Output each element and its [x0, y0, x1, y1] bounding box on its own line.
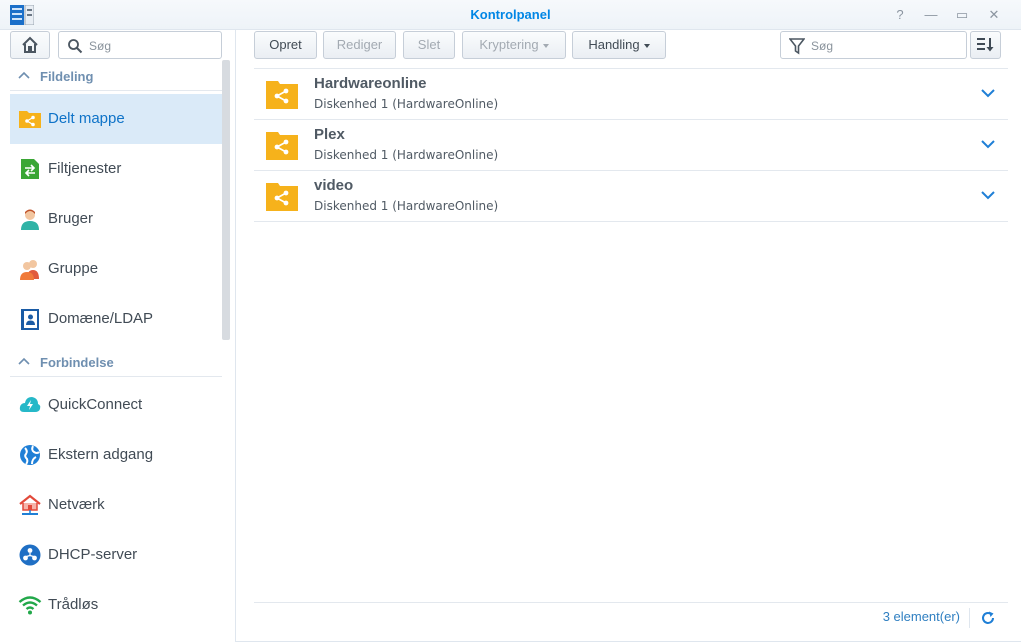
filter-search-placeholder: Søg: [811, 39, 834, 53]
share-location: Diskenhed 1 (HardwareOnline): [314, 148, 499, 162]
home-button[interactable]: [10, 31, 50, 59]
share-location: Diskenhed 1 (HardwareOnline): [314, 199, 499, 213]
sidebar-item-delt-mappe[interactable]: Delt mappe: [10, 94, 222, 144]
sort-button[interactable]: [970, 31, 1001, 59]
user-icon: [21, 209, 39, 230]
list-item[interactable]: video Diskenhed 1 (HardwareOnline): [254, 171, 1008, 222]
sidebar-item-traadloes[interactable]: Trådløs: [10, 580, 222, 630]
sidebar-item-label: DHCP-server: [48, 546, 138, 563]
chevron-up-icon: [18, 357, 30, 365]
chevron-down-icon[interactable]: [980, 87, 996, 99]
close-button[interactable]: ✕: [985, 6, 1003, 24]
sidebar-search-input[interactable]: Søg: [58, 31, 222, 59]
external-access-icon: [20, 445, 40, 465]
group-label: Forbindelse: [40, 355, 114, 370]
sidebar-item-label: Domæne/LDAP: [48, 310, 154, 327]
footer-divider: [969, 608, 970, 628]
sidebar-item-label: Trådløs: [48, 596, 99, 613]
quickconnect-icon: [19, 397, 41, 412]
home-icon: [22, 36, 38, 53]
share-name: Plex: [314, 126, 345, 143]
network-icon: [19, 494, 41, 515]
delete-button[interactable]: Slet: [403, 31, 455, 59]
sidebar: Søg Fildeling Delt mappe Filtjenester Br…: [0, 30, 236, 642]
sidebar-item-bruger[interactable]: Bruger: [10, 194, 222, 244]
encryption-dropdown-label: Kryptering: [479, 37, 539, 52]
sidebar-item-label: QuickConnect: [48, 396, 143, 413]
filter-search-input[interactable]: Søg: [780, 31, 967, 59]
sidebar-search-placeholder: Søg: [89, 39, 112, 53]
share-name: Hardwareonline: [314, 75, 427, 92]
maximize-button[interactable]: ▭: [953, 6, 971, 24]
sidebar-item-label: Gruppe: [48, 260, 99, 277]
group-label: Fildeling: [40, 69, 94, 84]
help-button[interactable]: ?: [891, 6, 909, 24]
title-bar: Kontrolpanel ? — ▭ ✕: [0, 0, 1021, 30]
sidebar-item-filtjenester[interactable]: Filtjenester: [10, 144, 222, 194]
file-services-icon: [21, 159, 39, 179]
sidebar-scrollbar[interactable]: [222, 60, 230, 340]
sidebar-item-label: Netværk: [48, 496, 105, 513]
group-header-forbindelse[interactable]: Forbindelse: [10, 347, 222, 377]
caret-down-icon: [542, 43, 549, 48]
create-button[interactable]: Opret: [254, 31, 317, 59]
domain-ldap-icon: [21, 309, 39, 330]
share-name: video: [314, 177, 354, 194]
shared-folder-icon: [266, 183, 298, 211]
wireless-icon: [18, 596, 42, 615]
edit-button[interactable]: Rediger: [323, 31, 396, 59]
sidebar-item-label: Bruger: [48, 210, 94, 227]
sidebar-item-netvaerk[interactable]: Netværk: [10, 480, 222, 530]
window-title: Kontrolpanel: [470, 7, 551, 22]
shared-folder-icon: [19, 111, 41, 128]
action-dropdown[interactable]: Handling: [572, 31, 666, 59]
group-header-fildeling[interactable]: Fildeling: [10, 61, 222, 91]
shared-folder-list: Hardwareonline Diskenhed 1 (HardwareOnli…: [254, 68, 1008, 222]
action-dropdown-label: Handling: [588, 37, 640, 52]
list-item[interactable]: Plex Diskenhed 1 (HardwareOnline): [254, 120, 1008, 171]
sidebar-item-label: Ekstern adgang: [48, 446, 154, 463]
sidebar-item-quickconnect[interactable]: QuickConnect: [10, 380, 222, 430]
list-item[interactable]: Hardwareonline Diskenhed 1 (HardwareOnli…: [254, 69, 1008, 120]
list-footer: 3 element(er): [254, 602, 1008, 632]
chevron-up-icon: [18, 71, 30, 79]
refresh-icon[interactable]: [980, 610, 996, 626]
chevron-down-icon[interactable]: [980, 138, 996, 150]
dhcp-server-icon: [19, 544, 41, 566]
sidebar-item-ekstern-adgang[interactable]: Ekstern adgang: [10, 430, 222, 480]
share-location: Diskenhed 1 (HardwareOnline): [314, 97, 499, 111]
item-count: 3 element(er): [882, 609, 960, 624]
sidebar-item-label: Delt mappe: [48, 110, 125, 127]
search-icon: [68, 39, 83, 54]
minimize-button[interactable]: —: [922, 6, 940, 24]
sidebar-item-label: Filtjenester: [48, 160, 122, 177]
sidebar-item-gruppe[interactable]: Gruppe: [10, 244, 222, 294]
group-icon: [20, 260, 39, 280]
sort-icon: [977, 38, 994, 52]
shared-folder-icon: [266, 81, 298, 109]
chevron-down-icon[interactable]: [980, 189, 996, 201]
encryption-dropdown[interactable]: Kryptering: [462, 31, 566, 59]
shared-folder-icon: [266, 132, 298, 160]
filter-icon: [789, 38, 805, 55]
sidebar-item-domaene-ldap[interactable]: Domæne/LDAP: [10, 294, 222, 344]
sidebar-item-dhcp-server[interactable]: DHCP-server: [10, 530, 222, 580]
caret-down-icon: [643, 43, 650, 48]
